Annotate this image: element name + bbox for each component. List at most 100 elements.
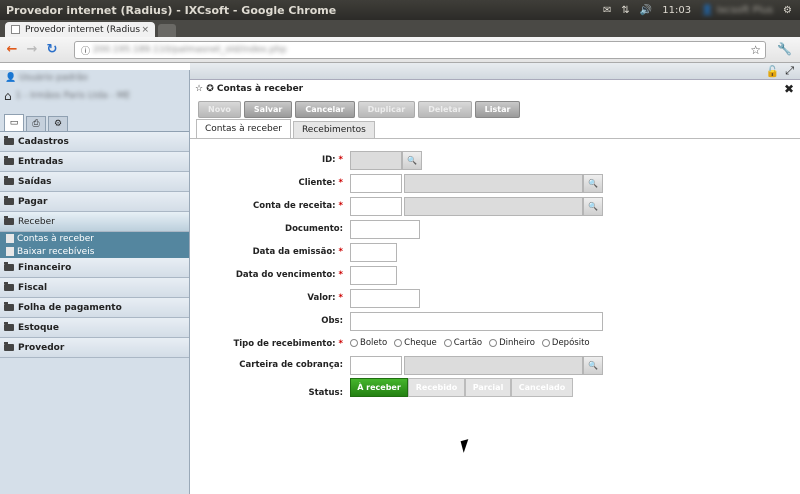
sidebar-item-folha-de-pagamento[interactable]: Folha de pagamento [0,298,189,318]
sidebar-item-entradas[interactable]: Entradas [0,152,189,172]
id-input[interactable] [350,151,402,170]
reload-icon[interactable]: ↻ [44,42,60,57]
radio-deposito[interactable]: Depósito [541,338,590,348]
sidebar-item-saidas[interactable]: Saídas [0,172,189,192]
network-icon[interactable]: ⇅ [621,5,629,16]
address-bar[interactable]: ⓘ 200.195.189.110/palmasnet_old/index.ph… [74,41,766,59]
listar-button[interactable]: Listar [474,100,521,118]
status-recebido-button[interactable]: Recebido [408,378,465,397]
documento-label: Documento: [285,224,343,234]
sidebar-item-estoque[interactable]: Estoque [0,318,189,338]
new-tab-button[interactable] [158,24,176,37]
status-parcial-button[interactable]: Parcial [465,378,511,397]
folder-icon [4,136,14,145]
sidebar-item-cadastros[interactable]: Cadastros [0,132,189,152]
sidebar-item-label: Entradas [18,156,64,167]
favorite-star-icon[interactable]: ☆ [195,84,206,94]
tab-contas-a-receber[interactable]: Contas à receber [196,119,291,138]
field-row-cliente: Cliente: * 🔍 [190,174,800,194]
sidebar-company: ⌂ 1 - Irmãos Paris Ltda - ME [0,86,189,106]
sidebar-item-label: Receber [18,216,55,227]
data-emissao-label: Data da emissão: * [252,247,343,257]
deletar-button[interactable]: Deletar [418,100,472,118]
forward-icon[interactable]: → [24,42,40,57]
sidebar-item-label: Pagar [18,196,48,207]
sidebar-item-receber[interactable]: Receber [0,212,189,232]
conta-receita-name-input[interactable] [404,197,583,216]
radio-cartao[interactable]: Cartão [443,338,482,348]
mail-icon[interactable]: ✉ [603,5,611,16]
sidebar-item-label: Estoque [18,322,59,333]
session-user-name: Ixcsoft Plus [716,4,774,16]
radio-dinheiro[interactable]: Dinheiro [489,338,535,348]
star-icon[interactable]: ☆ [750,43,761,57]
folder-icon [4,196,14,205]
carteira-name-input[interactable] [404,356,583,375]
valor-input[interactable] [350,289,420,308]
browser-toolbar: ← → ↻ ⓘ 200.195.189.110/palmasnet_old/in… [0,37,800,63]
obs-input[interactable] [350,312,603,331]
folder-icon [4,176,14,185]
field-row-carteira: Carteira de cobrança: 🔍 [190,356,800,376]
radio-label: Cheque [404,338,437,348]
cliente-search-icon[interactable]: 🔍 [583,174,603,193]
sidebar-item-financeiro[interactable]: Financeiro [0,258,189,278]
back-icon[interactable]: ← [4,42,20,57]
sidebar-item-fiscal[interactable]: Fiscal [0,278,189,298]
radio-label: Dinheiro [499,338,535,348]
folder-icon [4,342,14,351]
unlock-icon[interactable]: 🔓 [765,65,779,78]
wrench-icon[interactable]: 🔧 [777,42,792,56]
obs-label: Obs: [321,316,343,326]
carteira-id-input[interactable] [350,356,402,375]
sidebar-item-pagar[interactable]: Pagar [0,192,189,212]
close-tab-icon[interactable]: × [141,25,149,35]
expand-icon[interactable]: ⤢ [785,64,794,78]
field-row-conta-receita: Conta de receita: * 🔍 [190,197,800,217]
conta-receita-id-input[interactable] [350,197,402,216]
sidebar-subitem-contas-a-receber[interactable]: Contas à receber [0,232,189,245]
novo-button[interactable]: Novo [198,100,241,118]
window-title: Provedor internet (Radius) - IXCsoft - G… [6,3,337,17]
gear-icon[interactable]: ⚙ [783,5,792,16]
clock[interactable]: 11:03 [662,5,691,16]
close-form-icon[interactable]: ✖ [784,82,794,96]
folder-open-icon [4,216,14,225]
sidebar-subitem-baixar-recebiveis[interactable]: Baixar recebíveis [0,245,189,258]
data-vencimento-input[interactable] [350,266,397,285]
status-cancelado-button[interactable]: Cancelado [511,378,573,397]
company-name: 1 - Irmãos Paris Ltda - ME [15,91,131,101]
cliente-id-input[interactable] [350,174,402,193]
sidebar-item-provedor[interactable]: Provedor [0,338,189,358]
print-icon[interactable]: ⎙ [26,116,46,131]
id-search-icon[interactable]: 🔍 [402,151,422,170]
cliente-name-input[interactable] [404,174,583,193]
tab-recebimentos[interactable]: Recebimentos [292,121,375,138]
duplicar-button[interactable]: Duplicar [357,100,416,118]
status-a-receber-button[interactable]: À receber [350,378,408,397]
salvar-button[interactable]: Salvar [243,100,293,118]
volume-icon[interactable]: 🔊 [640,5,652,16]
conta-receita-search-icon[interactable]: 🔍 [583,197,603,216]
cliente-label: Cliente: * [298,178,343,188]
user-name: Usuário padrão [19,73,88,83]
field-row-status: Status: À receber Recebido Parcial Cance… [190,378,800,398]
window-icon[interactable]: ▭ [4,114,24,131]
browser-tab[interactable]: Provedor internet (Radius × [5,22,155,37]
url-text: 200.195.189.110/palmasnet_old/index.php [92,45,287,55]
settings-icon[interactable]: ⚙ [48,116,68,131]
radio-cheque[interactable]: Cheque [394,338,437,348]
field-row-data-emissao: Data da emissão: * [190,243,800,263]
session-user[interactable]: 👤 Ixcsoft Plus [701,5,773,16]
carteira-search-icon[interactable]: 🔍 [583,356,603,375]
cancelar-button[interactable]: Cancelar [295,100,355,118]
radio-boleto[interactable]: Boleto [350,338,387,348]
user-icon: 👤 [701,4,714,16]
data-emissao-input[interactable] [350,243,397,262]
refresh-icon[interactable]: ✪ [206,84,217,94]
sidebar-item-label: Folha de pagamento [18,302,122,313]
browser-tab-title: Provedor internet (Radius [25,24,141,35]
field-row-documento: Documento: [190,220,800,240]
radio-circle-icon [541,339,550,347]
documento-input[interactable] [350,220,420,239]
